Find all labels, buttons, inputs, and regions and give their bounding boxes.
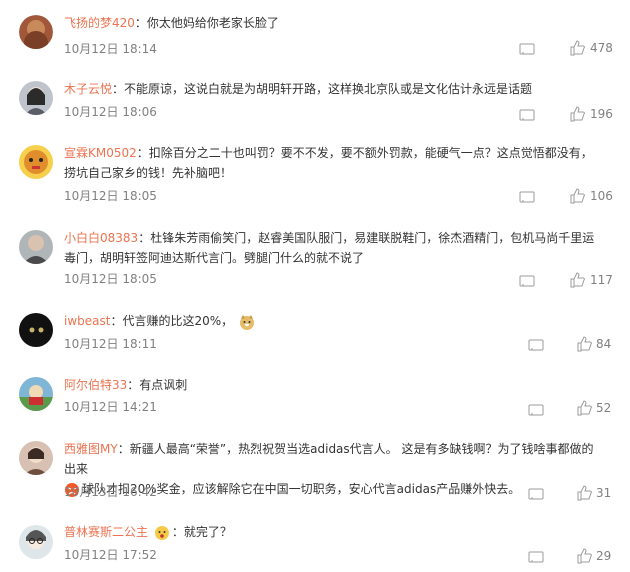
username-link[interactable]: 飞扬的梦420 <box>64 16 135 30</box>
reply-icon[interactable] <box>519 109 535 121</box>
like-icon[interactable] <box>569 106 585 122</box>
reply-icon[interactable] <box>528 404 544 416</box>
like-icon[interactable] <box>569 188 585 204</box>
comment-time: 10月13日 16:42 <box>64 485 157 499</box>
avatar[interactable] <box>19 81 53 115</box>
comment-time: 10月12日 17:52 <box>64 548 157 562</box>
comment-text: 有点讽刺 <box>139 378 188 392</box>
avatar[interactable] <box>19 525 53 559</box>
username-link[interactable]: iwbeast <box>64 314 110 328</box>
username-link[interactable]: 西雅图MY <box>64 442 118 456</box>
like-icon[interactable] <box>569 40 585 56</box>
comment-time: 10月12日 18:05 <box>64 189 157 203</box>
comment-text: 就完了？ <box>183 525 232 539</box>
reply-icon[interactable] <box>528 551 544 563</box>
like-count: 106 <box>590 189 613 203</box>
like-count: 29 <box>596 549 612 563</box>
avatar[interactable] <box>19 15 53 49</box>
surprised-emoji-icon <box>154 525 169 540</box>
reply-icon[interactable] <box>519 191 535 203</box>
username-link[interactable]: 阿尔伯特33 <box>64 378 127 392</box>
like-icon[interactable] <box>576 336 592 352</box>
like-count: 31 <box>596 486 612 500</box>
like-count: 52 <box>596 401 612 415</box>
reply-icon[interactable] <box>519 275 535 287</box>
avatar[interactable] <box>19 377 53 411</box>
doge-emoji-icon <box>240 314 254 330</box>
reply-icon[interactable] <box>528 488 544 500</box>
avatar[interactable] <box>19 145 53 179</box>
avatar[interactable] <box>19 230 53 264</box>
like-icon[interactable] <box>576 485 592 501</box>
like-count: 478 <box>590 41 613 55</box>
username-link[interactable]: 普林赛斯二公主 <box>64 525 148 539</box>
reply-icon[interactable] <box>528 339 544 351</box>
like-count: 84 <box>596 337 612 351</box>
username-link[interactable]: 木子云悦 <box>64 82 112 96</box>
comment-text: 代言赚的比这20%， <box>122 314 234 328</box>
like-icon[interactable] <box>576 400 592 416</box>
comment-time: 10月12日 18:06 <box>64 105 157 119</box>
comment-time: 10月12日 18:11 <box>64 337 157 351</box>
comment-text: 你太他妈给你老家长脸了 <box>146 16 279 30</box>
username-link[interactable]: 小白白08383 <box>64 231 138 245</box>
comment-time: 10月12日 18:05 <box>64 272 157 286</box>
like-icon[interactable] <box>569 272 585 288</box>
avatar[interactable] <box>19 441 53 475</box>
reply-icon[interactable] <box>519 43 535 55</box>
avatar[interactable] <box>19 313 53 347</box>
username-link[interactable]: 宣霖KM0502 <box>64 146 137 160</box>
comment-text: 新疆人最高“荣誉”，热烈祝贺当选adidas代言人。 这是有多缺钱啊？为了钱啥事… <box>64 442 594 476</box>
comment-time: 10月12日 14:21 <box>64 400 157 414</box>
comment-text: 不能原谅，这说白就是为胡明轩开路，这样换北京队或是文化估计永远是话题 <box>124 82 533 96</box>
comment-time: 10月12日 18:14 <box>64 42 157 56</box>
like-icon[interactable] <box>576 548 592 564</box>
like-count: 117 <box>590 273 613 287</box>
like-count: 196 <box>590 107 613 121</box>
